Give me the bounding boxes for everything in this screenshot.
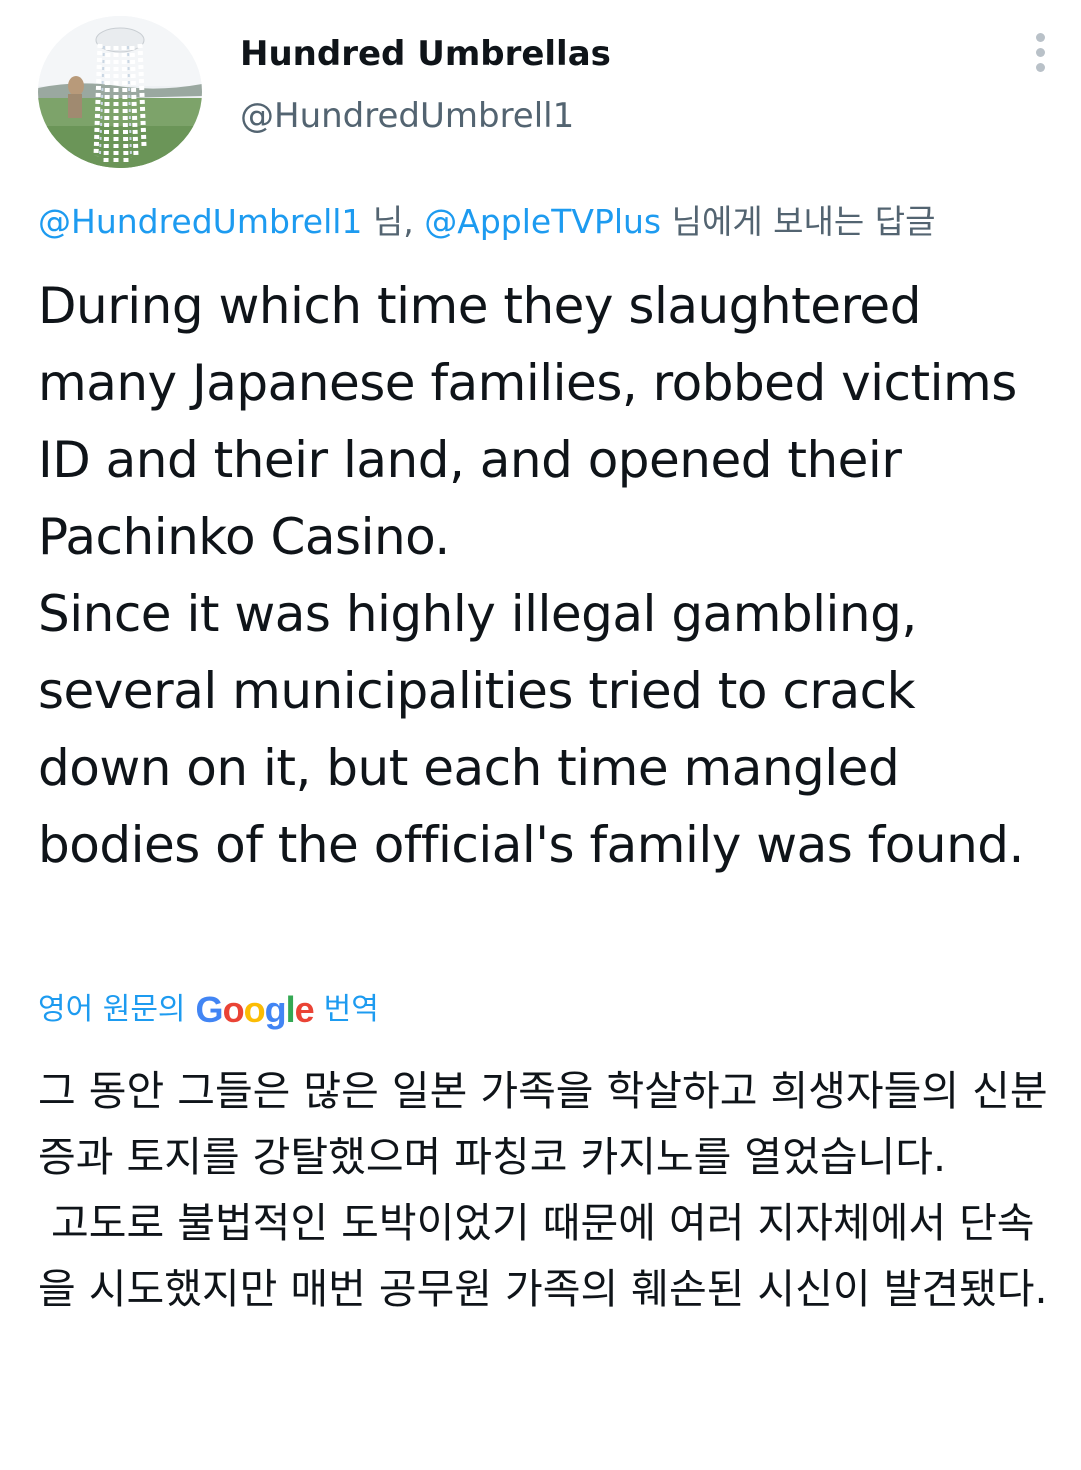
tweet-paragraph: During which time they slaughtered many … xyxy=(38,277,1017,566)
translation-prefix: 영어 원문의 xyxy=(38,992,186,1027)
reply-mention-hundredumbrell1[interactable]: @HundredUmbrell1 xyxy=(38,202,362,241)
reply-context-suffix: 님에게 보내는 답글 xyxy=(661,202,936,241)
author-handle[interactable]: @HundredUmbrell1 xyxy=(240,96,574,136)
avatar-photo xyxy=(38,16,202,168)
reply-context: @HundredUmbrell1 님, @AppleTVPlus 님에게 보내는… xyxy=(38,200,935,244)
tweet-paragraph: Since it was highly illegal gambling, se… xyxy=(38,585,1024,874)
reply-context-separator: 님, xyxy=(362,202,425,241)
more-dot xyxy=(1035,62,1045,72)
reply-mention-appletvplus[interactable]: @AppleTVPlus xyxy=(424,202,661,241)
translated-paragraph: 그 동안 그들은 많은 일본 가족을 학살하고 희생자들의 신분증과 토지를 강… xyxy=(38,1067,1048,1181)
author-display-name[interactable]: Hundred Umbrellas xyxy=(240,34,611,74)
more-dot xyxy=(1035,47,1045,57)
translated-body: 그 동안 그들은 많은 일본 가족을 학살하고 희생자들의 신분증과 토지를 강… xyxy=(38,1058,1058,1322)
more-dot xyxy=(1035,32,1045,42)
translation-suffix: 번역 xyxy=(323,992,379,1027)
translation-attribution[interactable]: 영어 원문의 Google 번역 xyxy=(38,988,379,1032)
more-vertical-icon[interactable] xyxy=(1020,24,1060,80)
avatar[interactable] xyxy=(38,16,202,168)
tweet-body: During which time they slaughtered many … xyxy=(38,268,1058,884)
tweet-header: Hundred Umbrellas @HundredUmbrell1 xyxy=(0,0,1081,180)
google-logo: Google xyxy=(195,989,315,1030)
translated-paragraph: 고도로 불법적인 도박이었기 때문에 여러 지자체에서 단속을 시도했지만 매번… xyxy=(38,1199,1048,1313)
